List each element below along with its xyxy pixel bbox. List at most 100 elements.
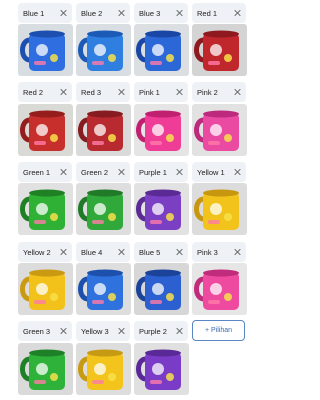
mug-decoration: [152, 44, 164, 56]
mug-rim: [203, 189, 239, 197]
mug-decoration: [36, 363, 48, 375]
variant-chip[interactable]: Red 1: [192, 3, 246, 23]
variant-chip-label: Red 2: [23, 87, 44, 97]
variant-chip[interactable]: Blue 1: [18, 3, 72, 23]
variant-chip-label: Red 1: [197, 8, 218, 18]
close-icon[interactable]: [116, 87, 126, 97]
mug-decoration: [152, 203, 164, 215]
mug-handle: [20, 276, 31, 302]
mug-handle: [136, 37, 147, 63]
variant-chip[interactable]: Purple 1: [134, 162, 188, 182]
variant-chip[interactable]: Red 2: [18, 82, 72, 102]
mug-rim: [145, 349, 181, 357]
mug-image: [194, 110, 239, 151]
close-icon[interactable]: [116, 8, 126, 18]
close-icon[interactable]: [174, 247, 184, 257]
mug-decoration: [50, 134, 58, 142]
variant-photo[interactable]: [18, 343, 73, 395]
close-icon[interactable]: [116, 247, 126, 257]
mug-decoration: [34, 380, 46, 384]
close-icon[interactable]: [116, 326, 126, 336]
mug-decoration: [152, 283, 164, 295]
variant-chip[interactable]: Yellow 2: [18, 242, 72, 262]
variant-chip[interactable]: Blue 2: [76, 3, 130, 23]
variant-photo[interactable]: [18, 104, 73, 156]
variant-chip[interactable]: Green 1: [18, 162, 72, 182]
mug-decoration: [108, 213, 116, 221]
variant-photo[interactable]: [192, 104, 247, 156]
variant-photo[interactable]: [76, 24, 131, 76]
variant-photo[interactable]: [76, 104, 131, 156]
variant-chip[interactable]: Blue 4: [76, 242, 130, 262]
variant-chip-label: Yellow 1: [197, 167, 225, 177]
mug-image: [78, 110, 123, 151]
close-icon[interactable]: [58, 87, 68, 97]
mug-rim: [145, 269, 181, 277]
mug-decoration: [34, 141, 46, 145]
variant-photo[interactable]: [18, 24, 73, 76]
variant-chip[interactable]: Yellow 3: [76, 321, 130, 341]
variant-photo[interactable]: [134, 343, 189, 395]
variant-chip[interactable]: Green 3: [18, 321, 72, 341]
variant-chip[interactable]: Pink 1: [134, 82, 188, 102]
variant-chip[interactable]: Green 2: [76, 162, 130, 182]
mug-handle: [78, 117, 89, 143]
close-icon[interactable]: [232, 247, 242, 257]
variant-chip[interactable]: Blue 5: [134, 242, 188, 262]
mug-decoration: [152, 363, 164, 375]
variant-photo[interactable]: [76, 263, 131, 315]
variant-photo[interactable]: [18, 263, 73, 315]
variant-photo[interactable]: [76, 343, 131, 395]
close-icon[interactable]: [58, 8, 68, 18]
variant-chip[interactable]: Purple 2: [134, 321, 188, 341]
mug-rim: [87, 30, 123, 38]
mug-decoration: [50, 54, 58, 62]
mug-decoration: [94, 124, 106, 136]
close-icon[interactable]: [232, 8, 242, 18]
close-icon[interactable]: [58, 326, 68, 336]
mug-decoration: [94, 283, 106, 295]
variant-chip-label: Yellow 2: [23, 247, 51, 257]
mug-decoration: [166, 54, 174, 62]
variant-photo[interactable]: [134, 24, 189, 76]
mug-decoration: [34, 300, 46, 304]
variant-photo[interactable]: [192, 183, 247, 235]
mug-image: [194, 189, 239, 230]
variant-photo[interactable]: [192, 263, 247, 315]
variant-photo[interactable]: [76, 183, 131, 235]
mug-handle: [194, 117, 205, 143]
close-icon[interactable]: [58, 167, 68, 177]
close-icon[interactable]: [174, 167, 184, 177]
mug-decoration: [208, 141, 220, 145]
close-icon[interactable]: [174, 8, 184, 18]
variant-photo[interactable]: [18, 183, 73, 235]
close-icon[interactable]: [174, 87, 184, 97]
variant-chip[interactable]: Blue 3: [134, 3, 188, 23]
variant-chip-label: Blue 3: [139, 8, 161, 18]
mug-decoration: [224, 213, 232, 221]
variant-chip[interactable]: Pink 3: [192, 242, 246, 262]
variant-chip[interactable]: Red 3: [76, 82, 130, 102]
mug-handle: [136, 356, 147, 382]
variant-chip[interactable]: Pink 2: [192, 82, 246, 102]
variant-chip-label: Blue 5: [139, 247, 161, 257]
add-option-button[interactable]: + Pilihan: [192, 320, 245, 341]
mug-rim: [29, 110, 65, 118]
variant-chip[interactable]: Yellow 1: [192, 162, 246, 182]
close-icon[interactable]: [58, 247, 68, 257]
variant-photo[interactable]: [134, 183, 189, 235]
mug-handle: [136, 196, 147, 222]
variant-chip-label: Purple 1: [139, 167, 167, 177]
close-icon[interactable]: [174, 326, 184, 336]
mug-decoration: [224, 293, 232, 301]
close-icon[interactable]: [232, 87, 242, 97]
close-icon[interactable]: [232, 167, 242, 177]
mug-handle: [194, 276, 205, 302]
mug-image: [20, 349, 65, 390]
variant-photo[interactable]: [134, 263, 189, 315]
mug-decoration: [92, 220, 104, 224]
variant-photo[interactable]: [134, 104, 189, 156]
close-icon[interactable]: [116, 167, 126, 177]
variant-photo[interactable]: [192, 24, 247, 76]
mug-decoration: [224, 134, 232, 142]
